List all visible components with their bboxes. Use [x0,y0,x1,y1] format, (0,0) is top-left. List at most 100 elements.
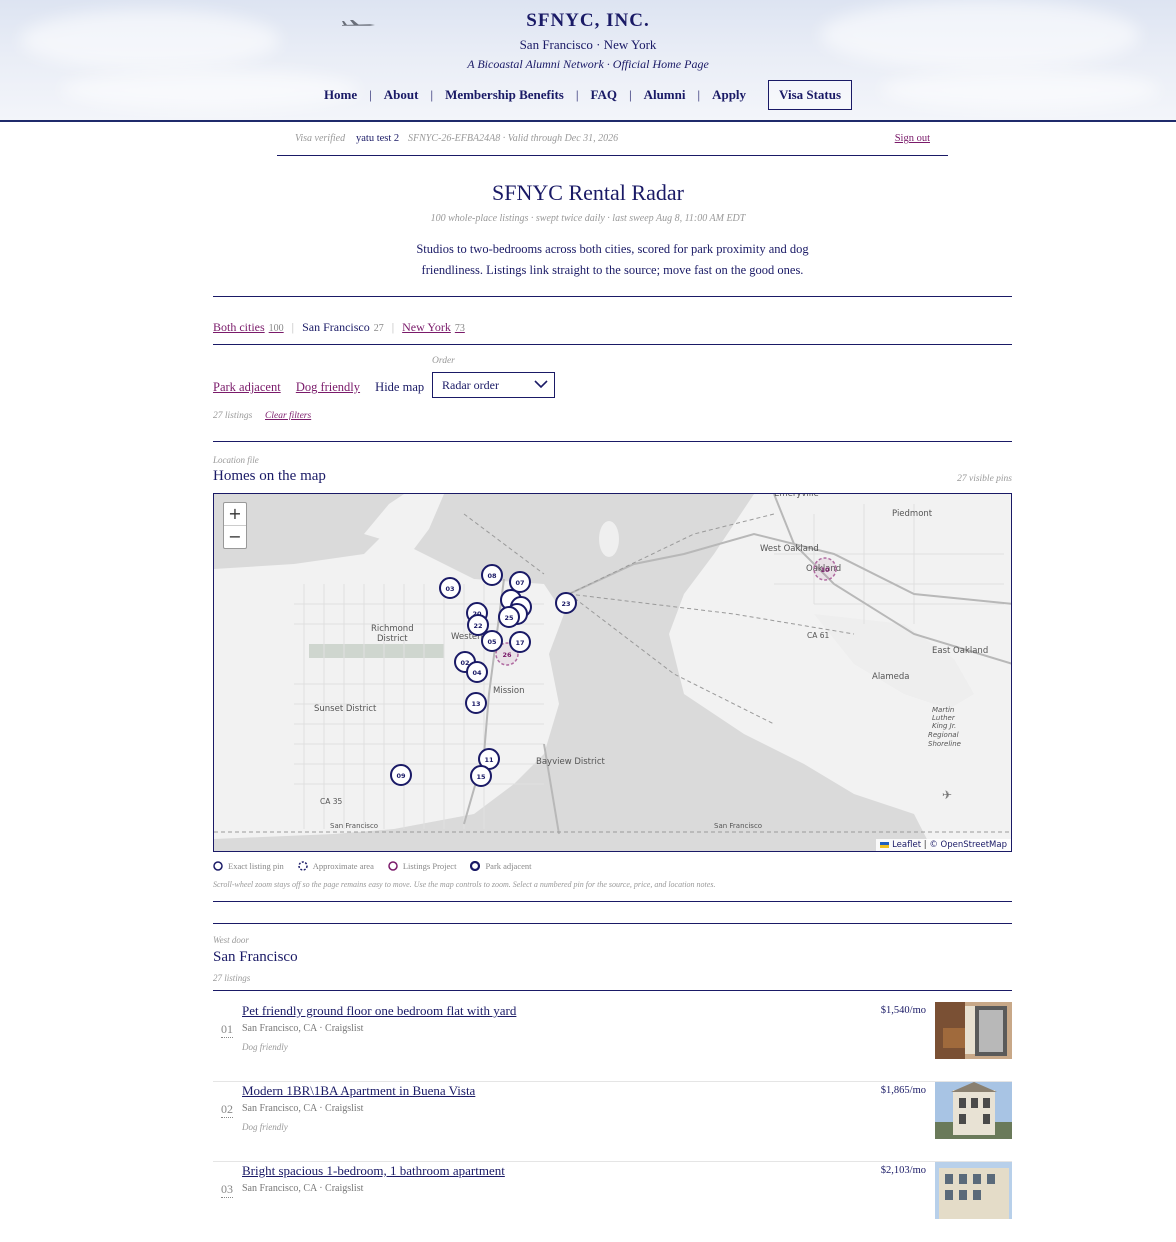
tab-both-cities[interactable]: Both cities 100 [213,320,284,335]
map-pin-13: 13 [465,692,487,714]
airport-icon: ✈ [942,788,952,802]
svg-text:03: 03 [445,585,454,593]
listing-tag: Dog friendly [242,1042,288,1052]
listing-location: San Francisco, CA · Craigslist [242,1183,364,1194]
dog-friendly-filter[interactable]: Dog friendly [296,380,360,394]
tab-count: 73 [454,323,465,334]
place-label: West Oakland [760,544,819,554]
svg-text:05: 05 [487,638,497,646]
place-label: San Francisco [330,822,378,830]
openstreetmap-link[interactable]: © OpenStreetMap [929,840,1007,850]
listing-photo[interactable] [935,1082,1012,1139]
listing-photo[interactable] [935,1002,1012,1059]
page-intro: Studios to two-bedrooms across both citi… [416,242,809,277]
brand-cities: San Francisco · New York [519,37,657,52]
nav-apply[interactable]: Apply [712,87,746,103]
map-legend: Exact listing pin Approximate area Listi… [213,861,545,871]
place-label: San Francisco [714,822,762,830]
verified-user: yatu test 2 [356,133,400,144]
svg-text:22: 22 [473,622,482,630]
place-label: CA 35 [320,797,343,806]
section-heading: San Francisco [213,949,298,965]
section-kicker: West door [213,935,249,945]
map-pin-17: 17 [509,631,531,653]
listing-title-link[interactable]: Bright spacious 1-bedroom, 1 bathroom ap… [242,1163,505,1179]
divider [213,923,1012,924]
sign-out-link[interactable]: Sign out [895,133,930,144]
order-select[interactable]: Radar order [432,372,555,398]
map-pin-26: 26 [502,651,512,659]
listing-price: $1,540/mo [880,1005,926,1016]
clear-filters-link[interactable]: Clear filters [265,411,311,421]
visa-verification-bar: Visa verified yatu test 2 SFNYC-26-EFBA2… [277,122,948,156]
map-note: Scroll-wheel zoom stays off so the page … [213,880,716,889]
map-tiles[interactable]: Emeryville Piedmont West Oakland Oakland… [214,494,1012,852]
svg-text:08: 08 [487,572,497,580]
section-count: 27 listings [213,973,251,983]
brand-title: SFNYC, INC. [526,10,650,31]
legend-item: Approximate area [297,861,374,871]
park-adjacent-icon [470,861,481,871]
place-label: Alameda [872,672,910,682]
listing-location: San Francisco, CA · Craigslist [242,1103,364,1114]
page-title: SFNYC Rental Radar [492,180,684,205]
zoom-out-button[interactable]: − [224,525,246,548]
divider [213,344,1012,345]
visible-pins-count: 27 visible pins [957,474,1012,484]
svg-text:17: 17 [515,639,524,647]
svg-text:04: 04 [472,669,482,677]
zoom-in-button[interactable]: + [224,503,246,525]
map-pin-25: 25 [498,606,520,628]
map-kicker: Location file [213,455,259,465]
park-adjacent-filter[interactable]: Park adjacent [213,380,281,394]
legend-item: Exact listing pin [213,861,284,871]
map-pin-09: 09 [390,764,412,786]
nav-home[interactable]: Home [324,87,357,103]
main-nav: Home | About | Membership Benefits | FAQ… [0,80,1176,110]
approximate-area-icon [297,861,308,871]
svg-text:15: 15 [476,773,486,781]
divider [213,990,1012,991]
listing-price: $2,103/mo [880,1165,926,1176]
list-item: 03 Bright spacious 1-bedroom, 1 bathroom… [213,1162,1012,1242]
place-label: Regional [928,731,959,739]
chevron-down-icon [534,380,548,389]
tab-new-york[interactable]: New York 73 [402,320,465,335]
map-pin-08: 08 [481,564,503,586]
order-label: Order [432,356,455,366]
nav-faq[interactable]: FAQ [590,87,616,103]
divider [213,296,1012,297]
listing-title-link[interactable]: Modern 1BR\1BA Apartment in Buena Vista [242,1083,475,1099]
tab-count: 100 [268,323,284,334]
listing-location: San Francisco, CA · Craigslist [242,1023,364,1034]
place-label: East Oakland [932,646,988,656]
filter-bar: Park adjacent Dog friendly Hide map [213,380,436,395]
svg-text:09: 09 [396,772,406,780]
divider [213,901,1012,902]
visa-status-button[interactable]: Visa Status [768,80,853,110]
zoom-control: + − [223,502,247,549]
tab-count: 27 [373,323,384,334]
listing-photo[interactable] [935,1162,1012,1219]
map-pin-15: 15 [470,765,492,787]
svg-text:10: 10 [820,566,830,574]
place-label: Sunset District [314,704,377,714]
ukraine-flag-icon [880,841,890,848]
nav-membership-benefits[interactable]: Membership Benefits [445,87,564,103]
place-label: Richmond [371,624,414,634]
visa-verified-label: Visa verified [295,133,346,144]
hide-map-toggle[interactable]: Hide map [375,380,424,394]
tab-san-francisco[interactable]: San Francisco 27 [302,320,384,335]
svg-text:07: 07 [515,579,524,587]
leaflet-link[interactable]: Leaflet [892,840,921,850]
listings-map[interactable]: Emeryville Piedmont West Oakland Oakland… [213,493,1012,852]
map-heading: Homes on the map [213,468,326,484]
listing-title-link[interactable]: Pet friendly ground floor one bedroom fl… [242,1003,516,1019]
nav-about[interactable]: About [384,87,419,103]
site-header: SFNYC, INC. San Francisco · New York A B… [0,0,1176,122]
place-label: Mission [493,686,525,696]
nav-alumni[interactable]: Alumni [644,87,686,103]
list-item: 01 Pet friendly ground floor one bedroom… [213,1002,1012,1082]
listing-number: 03 [221,1182,233,1198]
svg-text:11: 11 [484,756,494,764]
